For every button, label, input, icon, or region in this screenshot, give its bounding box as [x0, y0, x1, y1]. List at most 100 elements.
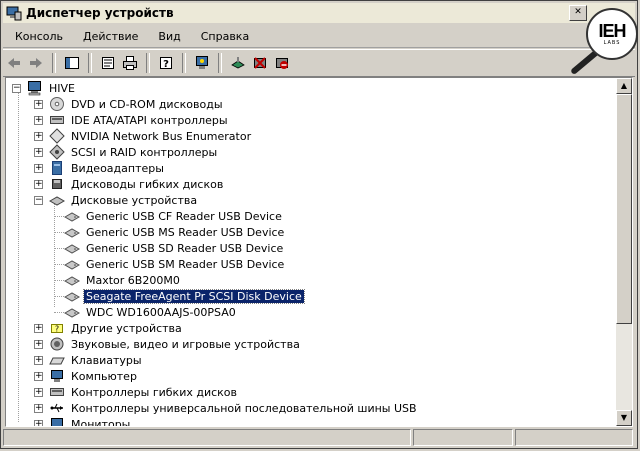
show-hide-tree-button[interactable] [61, 52, 83, 74]
tree-category-label: IDE ATA/ATAPI контроллеры [71, 113, 228, 127]
toolbar-separator [146, 53, 150, 73]
uninstall-button[interactable] [249, 52, 271, 74]
expand-toggle[interactable]: + [34, 115, 43, 125]
tree-category-row[interactable]: + Контроллеры гибких дисков [34, 384, 239, 400]
arrow-left-icon [8, 58, 20, 68]
disable-device-button[interactable] [271, 52, 293, 74]
printer-icon [123, 56, 137, 70]
tree-category-row[interactable]: + IDE ATA/ATAPI контроллеры [34, 112, 230, 128]
tree-category-row[interactable]: + Видеоадаптеры [34, 160, 166, 176]
expand-toggle[interactable]: + [34, 99, 43, 109]
tree-category-row[interactable]: + Компьютер [34, 368, 139, 384]
expand-toggle[interactable]: + [34, 339, 43, 349]
collapse-toggle[interactable]: − [12, 83, 21, 93]
expand-toggle[interactable]: + [34, 355, 43, 365]
expand-toggle[interactable]: + [34, 131, 43, 141]
hard-disk-icon [64, 256, 80, 272]
tree-category-label: Другие устройства [71, 321, 182, 335]
disk-device-row[interactable]: WDC WD1600AAJS-00PSA0 [64, 304, 238, 320]
status-pane-3 [515, 429, 633, 446]
tree-category-row[interactable]: + Клавиатуры [34, 352, 144, 368]
disk-device-label: Seagate FreeAgent Pr SCSI Disk Device [83, 288, 305, 304]
print-button[interactable] [119, 52, 141, 74]
tree-line [54, 280, 64, 281]
close-button[interactable]: ✕ [569, 5, 587, 21]
disk-device-row[interactable]: Generic USB SM Reader USB Device [64, 256, 286, 272]
tree-category-label: Контроллеры универсальной последовательн… [71, 401, 417, 415]
tree-category-label: Контроллеры гибких дисков [71, 385, 238, 399]
toolbar: ? [3, 49, 635, 77]
scroll-up-button[interactable]: ▲ [616, 78, 632, 94]
disk-device-row[interactable]: Generic USB CF Reader USB Device [64, 208, 284, 224]
computer-icon [49, 368, 65, 384]
keyboard-icon [49, 352, 65, 368]
tree-category-row[interactable]: + Контроллеры универсальной последователь… [34, 400, 419, 416]
menu-help[interactable]: Справка [191, 30, 259, 43]
expand-toggle[interactable]: + [34, 147, 43, 157]
tree-category-label: Клавиатуры [71, 353, 142, 367]
disk-device-row[interactable]: Generic USB MS Reader USB Device [64, 224, 286, 240]
uninstall-icon [254, 57, 266, 69]
expand-toggle[interactable]: + [34, 323, 43, 333]
properties-button[interactable] [97, 52, 119, 74]
tree-line [54, 216, 64, 217]
tree-root-label: HIVE [49, 81, 75, 95]
tree-category-row[interactable]: +? Другие устройства [34, 320, 184, 336]
svg-text:?: ? [55, 325, 59, 334]
hard-disk-icon [64, 208, 80, 224]
logo-text: IEH [598, 21, 626, 41]
expand-toggle[interactable]: + [34, 163, 43, 173]
menu-console[interactable]: Консоль [3, 30, 73, 43]
tree-root-row[interactable]: − HIVE [12, 80, 77, 96]
disk-drives-icon [49, 192, 65, 208]
usb-controller-icon [49, 400, 65, 416]
tree-category-row[interactable]: + Звуковые, видео и игровые устройства [34, 336, 302, 352]
tree-category-row[interactable]: − Дисковые устройства [34, 192, 199, 208]
expand-toggle[interactable]: + [34, 419, 43, 426]
status-bar [3, 429, 635, 448]
device-manager-window: Диспетчер устройств ✕ Консоль Действие В… [0, 0, 638, 449]
tree-category-row[interactable]: + NVIDIA Network Bus Enumerator [34, 128, 253, 144]
scroll-down-button[interactable]: ▼ [616, 410, 632, 426]
menu-view[interactable]: Вид [148, 30, 190, 43]
expand-toggle[interactable]: + [34, 403, 43, 413]
update-driver-icon [231, 57, 245, 69]
expand-toggle[interactable]: + [34, 387, 43, 397]
disk-device-row[interactable]: Seagate FreeAgent Pr SCSI Disk Device [64, 288, 305, 304]
back-button[interactable] [3, 52, 25, 74]
disk-device-row[interactable]: Maxtor 6B200M0 [64, 272, 182, 288]
console-tree-icon [65, 57, 79, 69]
tree-line [54, 232, 64, 233]
computer-icon [27, 80, 43, 96]
cdrom-icon [49, 96, 65, 112]
menu-action[interactable]: Действие [73, 30, 148, 43]
update-driver-button[interactable] [227, 52, 249, 74]
title-bar: Диспетчер устройств ✕ [3, 3, 635, 23]
disk-device-label: Generic USB MS Reader USB Device [86, 225, 285, 239]
tree-category-label: Дисковые устройства [71, 193, 198, 207]
hard-disk-icon [64, 272, 80, 288]
scan-hardware-button[interactable] [191, 52, 213, 74]
properties-icon [102, 57, 114, 69]
tree-category-row[interactable]: + SCSI и RAID контроллеры [34, 144, 219, 160]
help-button[interactable]: ? [155, 52, 177, 74]
scsi-controller-icon [49, 144, 65, 160]
tree-category-row[interactable]: + Мониторы [34, 416, 132, 426]
expand-toggle[interactable]: + [34, 179, 43, 189]
window-title: Диспетчер устройств [26, 6, 174, 20]
tree-line [54, 203, 55, 307]
svg-text:?: ? [163, 59, 169, 70]
scroll-thumb[interactable] [616, 94, 632, 324]
tree-category-label: Звуковые, видео и игровые устройства [71, 337, 300, 351]
tree-category-row[interactable]: + DVD и CD-ROM дисководы [34, 96, 225, 112]
collapse-toggle[interactable]: − [34, 195, 43, 205]
tree-category-row[interactable]: + Дисководы гибких дисков [34, 176, 225, 192]
device-manager-icon [6, 6, 22, 21]
vertical-scrollbar[interactable]: ▲ ▼ [616, 78, 632, 426]
expand-toggle[interactable]: + [34, 371, 43, 381]
toolbar-separator [218, 53, 222, 73]
forward-button[interactable] [25, 52, 47, 74]
display-adapter-icon [49, 160, 65, 176]
status-pane-2 [413, 429, 513, 446]
disk-device-row[interactable]: Generic USB SD Reader USB Device [64, 240, 285, 256]
